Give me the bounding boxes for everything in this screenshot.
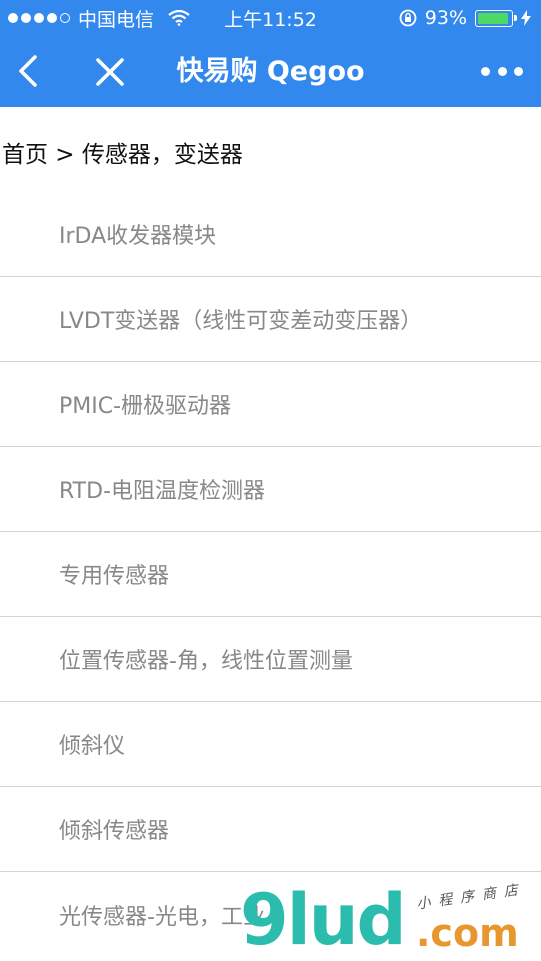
signal-strength-icon bbox=[8, 13, 70, 23]
back-button[interactable] bbox=[14, 54, 44, 88]
breadcrumb: 首页 > 传感器，变送器 bbox=[2, 142, 243, 168]
list-item[interactable]: 倾斜仪 bbox=[0, 702, 541, 787]
close-icon bbox=[96, 58, 124, 86]
more-button[interactable] bbox=[481, 61, 523, 81]
nav-bar: 快易购 Qegoo bbox=[0, 36, 541, 107]
list-item[interactable]: 专用传感器 bbox=[0, 532, 541, 617]
carrier-name: 中国电信 bbox=[78, 8, 155, 31]
charging-icon bbox=[521, 10, 531, 26]
category-list: IrDA收发器模块 LVDT变送器（线性可变差动变压器） PMIC-栅极驱动器 … bbox=[0, 192, 541, 957]
battery-icon bbox=[475, 9, 517, 27]
page-title: 快易购 Qegoo bbox=[176, 56, 365, 87]
list-item[interactable]: 光传感器-光电，工业 bbox=[0, 872, 541, 957]
more-dots-icon bbox=[481, 66, 490, 76]
rotation-lock-icon bbox=[399, 9, 417, 27]
list-item[interactable]: 位置传感器-角，线性位置测量 bbox=[0, 617, 541, 702]
list-item[interactable]: RTD-电阻温度检测器 bbox=[0, 447, 541, 532]
chevron-left-icon bbox=[19, 55, 37, 87]
battery-percentage: 93% bbox=[424, 7, 467, 29]
list-item[interactable]: 倾斜传感器 bbox=[0, 787, 541, 872]
status-bar: 中国电信 上午11:52 93% bbox=[0, 0, 541, 36]
list-item[interactable]: IrDA收发器模块 bbox=[0, 192, 541, 277]
close-button[interactable] bbox=[94, 56, 126, 88]
list-item[interactable]: LVDT变送器（线性可变差动变压器） bbox=[0, 277, 541, 362]
list-item[interactable]: PMIC-栅极驱动器 bbox=[0, 362, 541, 447]
wifi-icon bbox=[168, 10, 190, 26]
